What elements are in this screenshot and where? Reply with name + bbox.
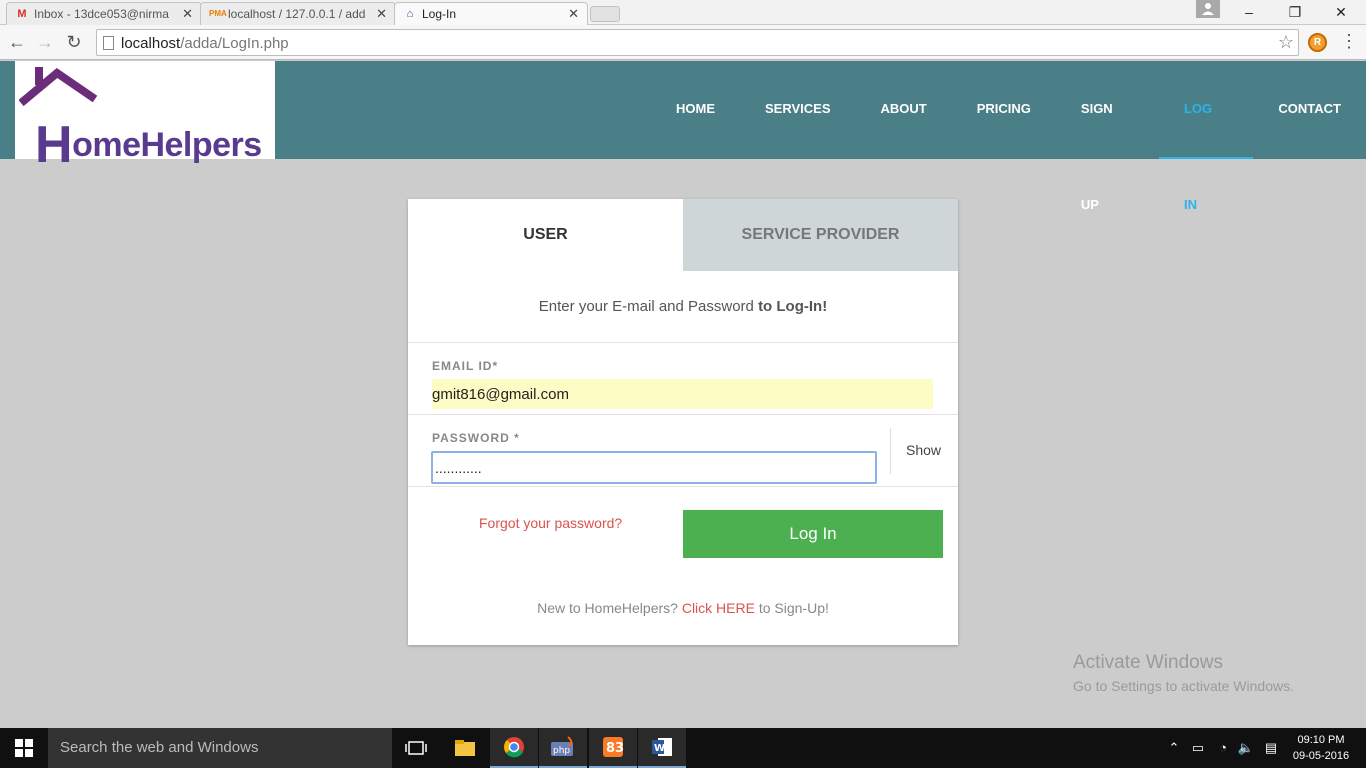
browser-tab-gmail[interactable]: M Inbox - 13dce053@nirma ✕ bbox=[6, 2, 202, 25]
homehelpers-logo[interactable]: HomeHelpers bbox=[15, 61, 275, 174]
log-in-button[interactable]: Log In bbox=[683, 510, 943, 558]
word-icon[interactable]: W bbox=[638, 728, 686, 768]
profile-icon[interactable] bbox=[1196, 0, 1220, 18]
browser-tab-bar: M Inbox - 13dce053@nirma ✕ PMA localhost… bbox=[0, 0, 1366, 25]
house-logo-icon bbox=[19, 67, 98, 107]
bookmark-star-icon[interactable]: ☆ bbox=[1278, 32, 1294, 53]
watermark-subtitle: Go to Settings to activate Windows. bbox=[1073, 678, 1294, 694]
minimize-button[interactable]: – bbox=[1226, 0, 1272, 25]
chrome-icon[interactable] bbox=[490, 728, 538, 768]
show-password-toggle[interactable]: Show bbox=[906, 442, 941, 458]
watermark-title: Activate Windows bbox=[1073, 652, 1223, 673]
nav-about[interactable]: ABOUT bbox=[856, 61, 952, 159]
extension-icon[interactable]: R bbox=[1308, 33, 1327, 52]
volume-icon[interactable]: 🔈 bbox=[1236, 728, 1256, 768]
login-intro: Enter your E-mail and Password to Log-In… bbox=[408, 271, 958, 343]
email-label: EMAIL ID* bbox=[432, 359, 499, 373]
site-header: HomeHelpers HOME SERVICES ABOUT PRICING … bbox=[0, 61, 1366, 212]
divider bbox=[890, 428, 891, 474]
battery-icon[interactable]: ▭ bbox=[1188, 728, 1208, 768]
password-field-group: PASSWORD * Show bbox=[408, 415, 958, 487]
nav-home[interactable]: HOME bbox=[651, 61, 740, 159]
svg-text:php: php bbox=[553, 746, 570, 756]
chrome-menu-icon[interactable]: ⋮ bbox=[1340, 31, 1358, 52]
signup-prefix: New to HomeHelpers? bbox=[537, 600, 682, 616]
signup-suffix: to Sign-Up! bbox=[754, 600, 829, 616]
browser-tab-phpmyadmin[interactable]: PMA localhost / 127.0.0.1 / add ✕ bbox=[200, 2, 396, 25]
windows-logo-icon bbox=[15, 739, 33, 757]
email-field[interactable] bbox=[432, 379, 933, 409]
tab-title: Inbox - 13dce053@nirma bbox=[34, 7, 169, 21]
close-tab-icon[interactable]: ✕ bbox=[376, 6, 387, 22]
new-tab-button[interactable] bbox=[590, 6, 620, 22]
restore-button[interactable]: ❐ bbox=[1272, 0, 1318, 25]
clock-date: 09-05-2016 bbox=[1292, 750, 1350, 762]
notification-icon[interactable]: ▤ bbox=[1260, 728, 1282, 768]
close-tab-icon[interactable]: ✕ bbox=[182, 6, 193, 22]
system-clock[interactable]: 09:10 PM 09-05-2016 bbox=[1285, 732, 1357, 764]
password-label: PASSWORD * bbox=[432, 431, 520, 445]
nav-contact[interactable]: CONTACT bbox=[1253, 61, 1366, 159]
svg-text:83: 83 bbox=[606, 741, 624, 756]
password-field[interactable] bbox=[431, 451, 877, 484]
back-icon[interactable]: ← bbox=[6, 31, 28, 53]
close-tab-icon[interactable]: ✕ bbox=[568, 6, 579, 22]
logo-text: HomeHelpers bbox=[35, 116, 262, 174]
signup-link[interactable]: Click HERE bbox=[682, 600, 755, 616]
nav-sign-up[interactable]: SIGN UP bbox=[1056, 61, 1159, 212]
login-type-tabs: USER SERVICE PROVIDER bbox=[408, 199, 958, 271]
nav-services[interactable]: SERVICES bbox=[740, 61, 856, 159]
address-bar[interactable]: localhost/adda/LogIn.php ☆ bbox=[96, 29, 1299, 56]
file-explorer-icon[interactable] bbox=[441, 728, 489, 768]
forgot-password-link[interactable]: Forgot your password? bbox=[479, 515, 622, 531]
page-icon bbox=[103, 36, 114, 50]
php-icon[interactable]: php bbox=[539, 728, 587, 768]
windows-taskbar: Search the web and Windows php 83 W ⌃ ▭ … bbox=[0, 728, 1366, 768]
start-button[interactable] bbox=[0, 728, 48, 768]
phpmyadmin-icon: PMA bbox=[209, 9, 227, 18]
signup-prompt: New to HomeHelpers? Click HERE to Sign-U… bbox=[408, 600, 958, 616]
tab-user[interactable]: USER bbox=[408, 199, 683, 271]
close-window-button[interactable]: ✕ bbox=[1318, 0, 1364, 25]
main-nav: HOME SERVICES ABOUT PRICING SIGN UP LOG … bbox=[651, 61, 1366, 212]
email-field-group: EMAIL ID* bbox=[408, 343, 958, 415]
xampp-icon[interactable]: 83 bbox=[589, 728, 637, 768]
nav-pricing[interactable]: PRICING bbox=[952, 61, 1056, 159]
intro-text: Enter your E-mail and Password bbox=[538, 298, 759, 315]
url-text[interactable]: localhost/adda/LogIn.php bbox=[121, 35, 289, 52]
browser-toolbar: ← → ↻ localhost/adda/LogIn.php ☆ R ⋮ bbox=[0, 25, 1366, 60]
tab-service-provider[interactable]: SERVICE PROVIDER bbox=[683, 199, 958, 271]
gmail-icon: M bbox=[17, 8, 27, 20]
activate-windows-watermark: Activate Windows Go to Settings to activ… bbox=[1073, 652, 1294, 694]
tab-title: localhost / 127.0.0.1 / add bbox=[228, 7, 366, 21]
forward-icon[interactable]: → bbox=[34, 31, 56, 53]
wifi-icon[interactable]: ◔ bbox=[1212, 728, 1234, 768]
clock-time: 09:10 PM bbox=[1297, 734, 1345, 746]
task-view-icon[interactable] bbox=[392, 728, 440, 768]
login-card: USER SERVICE PROVIDER Enter your E-mail … bbox=[408, 199, 958, 645]
nav-log-in[interactable]: LOG IN bbox=[1158, 61, 1254, 212]
reload-icon[interactable]: ↻ bbox=[63, 31, 85, 53]
svg-text:W: W bbox=[654, 743, 665, 754]
chevron-up-icon[interactable]: ⌃ bbox=[1164, 728, 1184, 768]
tab-title: Log-In bbox=[422, 7, 457, 21]
taskbar-search[interactable]: Search the web and Windows bbox=[48, 728, 392, 768]
homehelpers-icon: ⌂ bbox=[406, 8, 414, 20]
intro-bold-text: to Log-In! bbox=[758, 298, 828, 315]
browser-tab-login[interactable]: ⌂ Log-In ✕ bbox=[394, 2, 588, 25]
